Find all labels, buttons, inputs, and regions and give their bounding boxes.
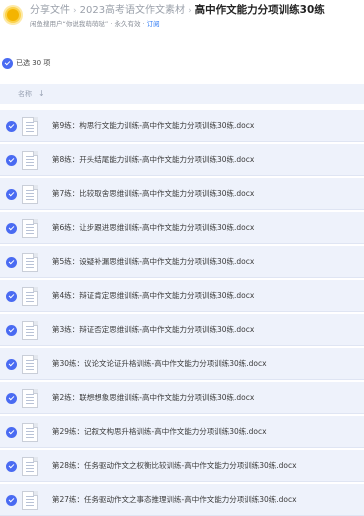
file-name[interactable]: 第4练：辩证肯定思维训练-高中作文能力分项训练30练.docx <box>52 280 362 312</box>
docx-file-icon <box>22 117 38 136</box>
docx-file-icon <box>22 389 38 408</box>
docx-file-icon <box>22 423 38 442</box>
file-row[interactable]: 第5练：设疑补漏思维训练-高中作文能力分项训练30练.docx <box>0 246 364 278</box>
row-checkbox[interactable] <box>6 155 17 166</box>
row-checkbox[interactable] <box>6 461 17 472</box>
validity-text: · 永久有效 · <box>110 20 145 28</box>
docx-file-icon <box>22 219 38 238</box>
owner-text: 闲鱼搜用户“你说我萌萌哒” <box>30 20 109 28</box>
file-name[interactable]: 第5练：设疑补漏思维训练-高中作文能力分项训练30练.docx <box>52 246 362 278</box>
row-checkbox[interactable] <box>6 223 17 234</box>
docx-file-icon <box>22 457 38 476</box>
row-checkbox[interactable] <box>6 427 17 438</box>
row-checkbox[interactable] <box>6 495 17 506</box>
file-row[interactable]: 第27练：任务驱动作文之事态推理训练-高中作文能力分项训练30练.docx <box>0 484 364 516</box>
docx-file-icon <box>22 253 38 272</box>
file-name[interactable]: 第3练：辩证否定思维训练-高中作文能力分项训练30练.docx <box>52 314 362 346</box>
row-checkbox[interactable] <box>6 189 17 200</box>
docx-file-icon <box>22 287 38 306</box>
subscribe-link[interactable]: 订阅 <box>147 20 160 28</box>
row-checkbox[interactable] <box>6 393 17 404</box>
row-checkbox[interactable] <box>6 257 17 268</box>
file-row[interactable]: 第7练：比较取舍思维训练-高中作文能力分项训练30练.docx <box>0 178 364 210</box>
row-checkbox[interactable] <box>6 325 17 336</box>
file-name[interactable]: 第8练：开头结尾能力训练-高中作文能力分项训练30练.docx <box>52 144 362 176</box>
avatar[interactable] <box>3 5 23 25</box>
docx-file-icon <box>22 491 38 510</box>
file-name[interactable]: 第9练：构思行文能力训练-高中作文能力分项训练30练.docx <box>52 110 362 142</box>
breadcrumb-folder[interactable]: 2023高考语文作文素材 <box>80 5 185 16</box>
breadcrumb-share-files[interactable]: 分享文件 <box>30 5 70 16</box>
row-checkbox[interactable] <box>6 291 17 302</box>
chevron-right-icon: › <box>73 6 77 16</box>
file-name[interactable]: 第2练：联想想象思维训练-高中作文能力分项训练30练.docx <box>52 382 362 414</box>
file-name[interactable]: 第30练：议论文论证升格训练-高中作文能力分项训练30练.docx <box>52 348 362 380</box>
page-title: 高中作文能力分项训练30练 <box>194 4 325 16</box>
file-name[interactable]: 第6练：让步跟进思维训练-高中作文能力分项训练30练.docx <box>52 212 362 244</box>
file-row[interactable]: 第4练：辩证肯定思维训练-高中作文能力分项训练30练.docx <box>0 280 364 312</box>
share-info: 闲鱼搜用户“你说我萌萌哒” · 永久有效 · 订阅 <box>30 19 160 29</box>
selection-bar: 已选 30 项 <box>0 56 364 70</box>
docx-file-icon <box>22 355 38 374</box>
docx-file-icon <box>22 321 38 340</box>
file-name[interactable]: 第27练：任务驱动作文之事态推理训练-高中作文能力分项训练30练.docx <box>52 484 362 516</box>
chevron-right-icon: › <box>188 6 192 16</box>
file-row[interactable]: 第2练：联想想象思维训练-高中作文能力分项训练30练.docx <box>0 382 364 414</box>
file-row[interactable]: 第28练：任务驱动作文之权衡比较训练-高中作文能力分项训练30练.docx <box>0 450 364 482</box>
sort-arrow-down-icon[interactable]: ↓ <box>38 84 45 104</box>
selected-count: 已选 30 项 <box>16 59 51 67</box>
file-name[interactable]: 第28练：任务驱动作文之权衡比较训练-高中作文能力分项训练30练.docx <box>52 450 362 482</box>
file-name[interactable]: 第7练：比较取舍思维训练-高中作文能力分项训练30练.docx <box>52 178 362 210</box>
docx-file-icon <box>22 185 38 204</box>
name-column-header[interactable]: 名称 <box>18 84 32 104</box>
docx-file-icon <box>22 151 38 170</box>
share-header: 分享文件 › 2023高考语文作文素材 › 高中作文能力分项训练30练 闲鱼搜用户“你说… <box>0 0 364 50</box>
sun-avatar-icon <box>7 9 19 21</box>
file-row[interactable]: 第30练：议论文论证升格训练-高中作文能力分项训练30练.docx <box>0 348 364 380</box>
breadcrumb: 分享文件 › 2023高考语文作文素材 › 高中作文能力分项训练30练 <box>30 3 325 18</box>
file-row[interactable]: 第9练：构思行文能力训练-高中作文能力分项训练30练.docx <box>0 110 364 142</box>
row-checkbox[interactable] <box>6 121 17 132</box>
file-name[interactable]: 第29练：记叙文构思升格训练-高中作文能力分项训练30练.docx <box>52 416 362 448</box>
file-row[interactable]: 第6练：让步跟进思维训练-高中作文能力分项训练30练.docx <box>0 212 364 244</box>
list-header: 名称 ↓ <box>0 84 364 104</box>
row-checkbox[interactable] <box>6 359 17 370</box>
file-row[interactable]: 第3练：辩证否定思维训练-高中作文能力分项训练30练.docx <box>0 314 364 346</box>
select-all-checkbox[interactable] <box>2 58 13 69</box>
file-row[interactable]: 第8练：开头结尾能力训练-高中作文能力分项训练30练.docx <box>0 144 364 176</box>
file-row[interactable]: 第29练：记叙文构思升格训练-高中作文能力分项训练30练.docx <box>0 416 364 448</box>
